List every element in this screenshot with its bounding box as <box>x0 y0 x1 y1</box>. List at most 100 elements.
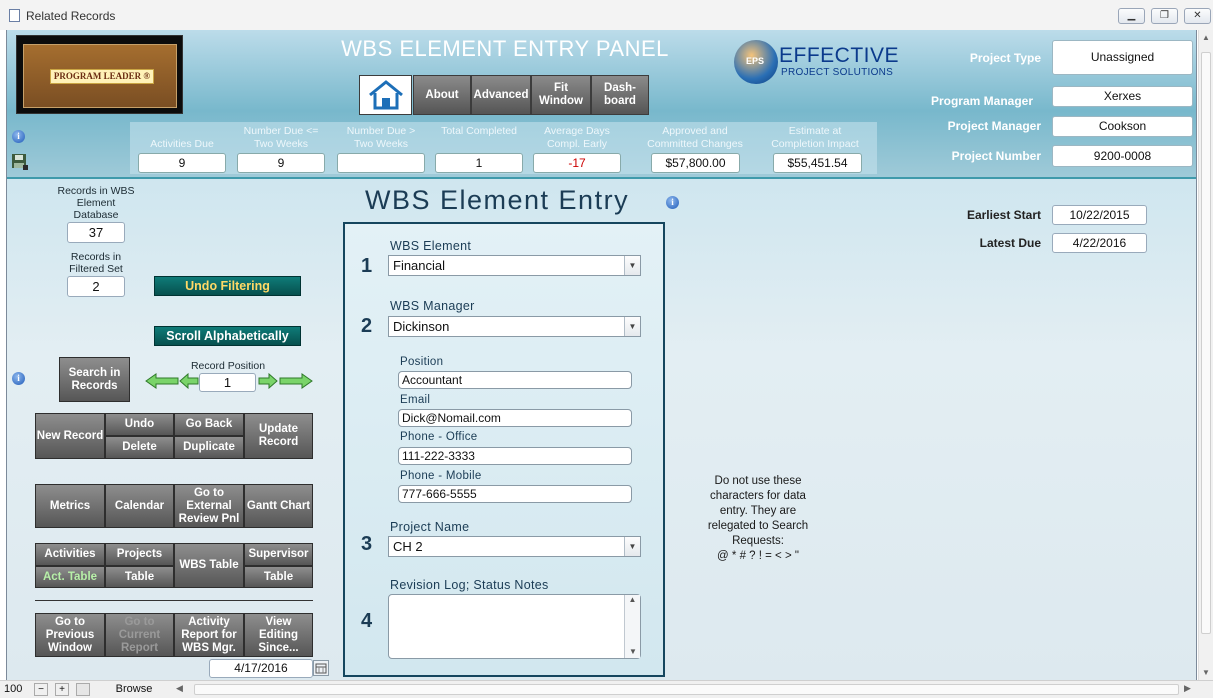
status-bar: 100 − + Browse ◀ ▶ <box>0 680 1213 698</box>
wbs-table-button[interactable]: WBS Table <box>174 543 244 588</box>
save-icon[interactable] <box>11 153 29 171</box>
program-manager-value[interactable]: Xerxes <box>1052 86 1193 107</box>
scroll-up-icon[interactable]: ▲ <box>625 595 640 604</box>
stat-due-over-two-weeks[interactable] <box>337 153 425 173</box>
zoom-in-icon[interactable]: + <box>55 683 69 696</box>
stat-label-due-over-two-weeks: Number Due > Two Weeks <box>346 125 416 150</box>
activities-button[interactable]: Activities <box>35 543 105 566</box>
revision-log-textarea[interactable]: ▲ ▼ <box>388 594 641 659</box>
info-icon[interactable]: i <box>12 130 25 143</box>
minimize-button[interactable]: ▁ <box>1118 8 1145 24</box>
calendar-icon[interactable] <box>313 660 329 676</box>
app-frame: PROGRAM LEADER ® WBS ELEMENT ENTRY PANEL… <box>6 30 1197 680</box>
phone-office-field[interactable]: 111-222-3333 <box>398 447 632 465</box>
position-field[interactable]: Accountant <box>398 371 632 389</box>
gantt-chart-button[interactable]: Gantt Chart <box>244 484 313 528</box>
chevron-down-icon[interactable]: ▼ <box>624 256 640 275</box>
records-filtered-label: Records in Filtered Set <box>69 251 123 275</box>
stat-approved-changes[interactable]: $57,800.00 <box>651 153 740 173</box>
duplicate-button[interactable]: Duplicate <box>174 436 244 459</box>
dashboard-button[interactable]: Dash-board <box>591 75 649 115</box>
home-button[interactable] <box>359 75 412 115</box>
project-name-label: Project Name <box>390 520 470 534</box>
phone-mobile-label: Phone - Mobile <box>400 470 482 482</box>
step-number: 2 <box>361 315 373 337</box>
wbs-element-select[interactable]: Financial ▼ <box>388 255 641 276</box>
earliest-start-value[interactable]: 10/22/2015 <box>1052 205 1147 225</box>
undo-button[interactable]: Undo <box>105 413 174 436</box>
record-position-label: Record Position <box>190 360 266 372</box>
scroll-down-icon[interactable]: ▼ <box>1199 668 1213 677</box>
info-icon[interactable]: i <box>666 196 679 209</box>
zoom-level[interactable]: 100 <box>4 683 32 695</box>
record-position-input[interactable]: 1 <box>199 373 256 392</box>
info-icon[interactable]: i <box>12 372 25 385</box>
metrics-button[interactable]: Metrics <box>35 484 105 528</box>
latest-due-label: Latest Due <box>979 236 1041 250</box>
scroll-alphabetically-button[interactable]: Scroll Alphabetically <box>154 326 301 346</box>
activity-report-button[interactable]: Activity Report for WBS Mgr. <box>174 613 244 657</box>
calendar-button[interactable]: Calendar <box>105 484 174 528</box>
scroll-up-icon[interactable]: ▲ <box>1199 33 1213 42</box>
zoom-out-icon[interactable]: − <box>34 683 48 696</box>
last-record-arrow-icon[interactable] <box>278 373 314 389</box>
horizontal-scroll-thumb[interactable] <box>194 684 1179 695</box>
next-record-arrow-icon[interactable] <box>258 372 278 390</box>
step-number: 1 <box>361 255 373 277</box>
stat-total-completed[interactable]: 1 <box>435 153 523 173</box>
project-manager-value[interactable]: Cookson <box>1052 116 1193 137</box>
textarea-scrollbar[interactable]: ▲ ▼ <box>624 595 640 658</box>
close-button[interactable]: ✕ <box>1184 8 1211 24</box>
project-type-value[interactable]: Unassigned <box>1052 40 1193 75</box>
document-icon <box>9 9 20 22</box>
wbs-element-label: WBS Element <box>390 239 472 253</box>
undo-filtering-button[interactable]: Undo Filtering <box>154 276 301 296</box>
project-number-value[interactable]: 9200-0008 <box>1052 145 1193 167</box>
about-button[interactable]: About <box>413 75 471 115</box>
restore-button[interactable]: ❐ <box>1151 8 1178 24</box>
stat-activities-due[interactable]: 9 <box>138 153 226 173</box>
stat-avg-days-early[interactable]: -17 <box>533 153 621 173</box>
stat-label-total-completed: Total Completed <box>441 125 517 137</box>
stat-eac-impact[interactable]: $55,451.54 <box>773 153 862 173</box>
supervisor-table-button[interactable]: Table <box>244 566 313 588</box>
scroll-left-icon[interactable]: ◀ <box>176 683 190 694</box>
scroll-thumb[interactable] <box>1201 52 1211 634</box>
mode-indicator: Browse <box>115 683 153 695</box>
email-label: Email <box>400 394 431 406</box>
advanced-button[interactable]: Advanced <box>471 75 531 115</box>
delete-button[interactable]: Delete <box>105 436 174 459</box>
fit-window-button[interactable]: Fit Window <box>531 75 591 115</box>
project-name-select[interactable]: CH 2 ▼ <box>388 536 641 557</box>
program-manager-label: Program Manager <box>930 94 1033 108</box>
logo-text: PROGRAM LEADER ® <box>50 69 154 84</box>
home-icon <box>368 80 403 110</box>
previous-window-button[interactable]: Go to Previous Window <box>35 613 105 657</box>
chevron-down-icon[interactable]: ▼ <box>624 317 640 336</box>
stat-label-activities-due: Activities Due <box>150 138 214 150</box>
since-date-input[interactable]: 4/17/2016 <box>209 659 313 678</box>
toggle-statusbar-icon[interactable] <box>76 683 90 696</box>
chevron-down-icon[interactable]: ▼ <box>624 537 640 556</box>
project-type-label: Project Type <box>969 51 1041 65</box>
first-record-arrow-icon[interactable] <box>144 373 180 389</box>
scroll-right-icon[interactable]: ▶ <box>1184 683 1198 694</box>
projects-button[interactable]: Projects <box>105 543 174 566</box>
email-field[interactable]: Dick@Nomail.com <box>398 409 632 427</box>
scroll-down-icon[interactable]: ▼ <box>625 647 641 656</box>
update-record-button[interactable]: Update Record <box>244 413 313 459</box>
view-editing-button[interactable]: View Editing Since... <box>244 613 313 657</box>
act-table-button[interactable]: Act. Table <box>35 566 105 588</box>
external-review-button[interactable]: Go to External Review Pnl <box>174 484 244 528</box>
supervisor-button[interactable]: Supervisor <box>244 543 313 566</box>
window-scrollbar[interactable]: ▲ ▼ <box>1198 30 1213 680</box>
new-record-button[interactable]: New Record <box>35 413 105 459</box>
search-records-button[interactable]: Search in Records <box>59 357 130 402</box>
phone-mobile-field[interactable]: 777-666-5555 <box>398 485 632 503</box>
latest-due-value[interactable]: 4/22/2016 <box>1052 233 1147 253</box>
previous-record-arrow-icon[interactable] <box>179 372 199 390</box>
stat-due-two-weeks[interactable]: 9 <box>237 153 325 173</box>
projects-table-button[interactable]: Table <box>105 566 174 588</box>
wbs-manager-select[interactable]: Dickinson ▼ <box>388 316 641 337</box>
go-back-button[interactable]: Go Back <box>174 413 244 436</box>
